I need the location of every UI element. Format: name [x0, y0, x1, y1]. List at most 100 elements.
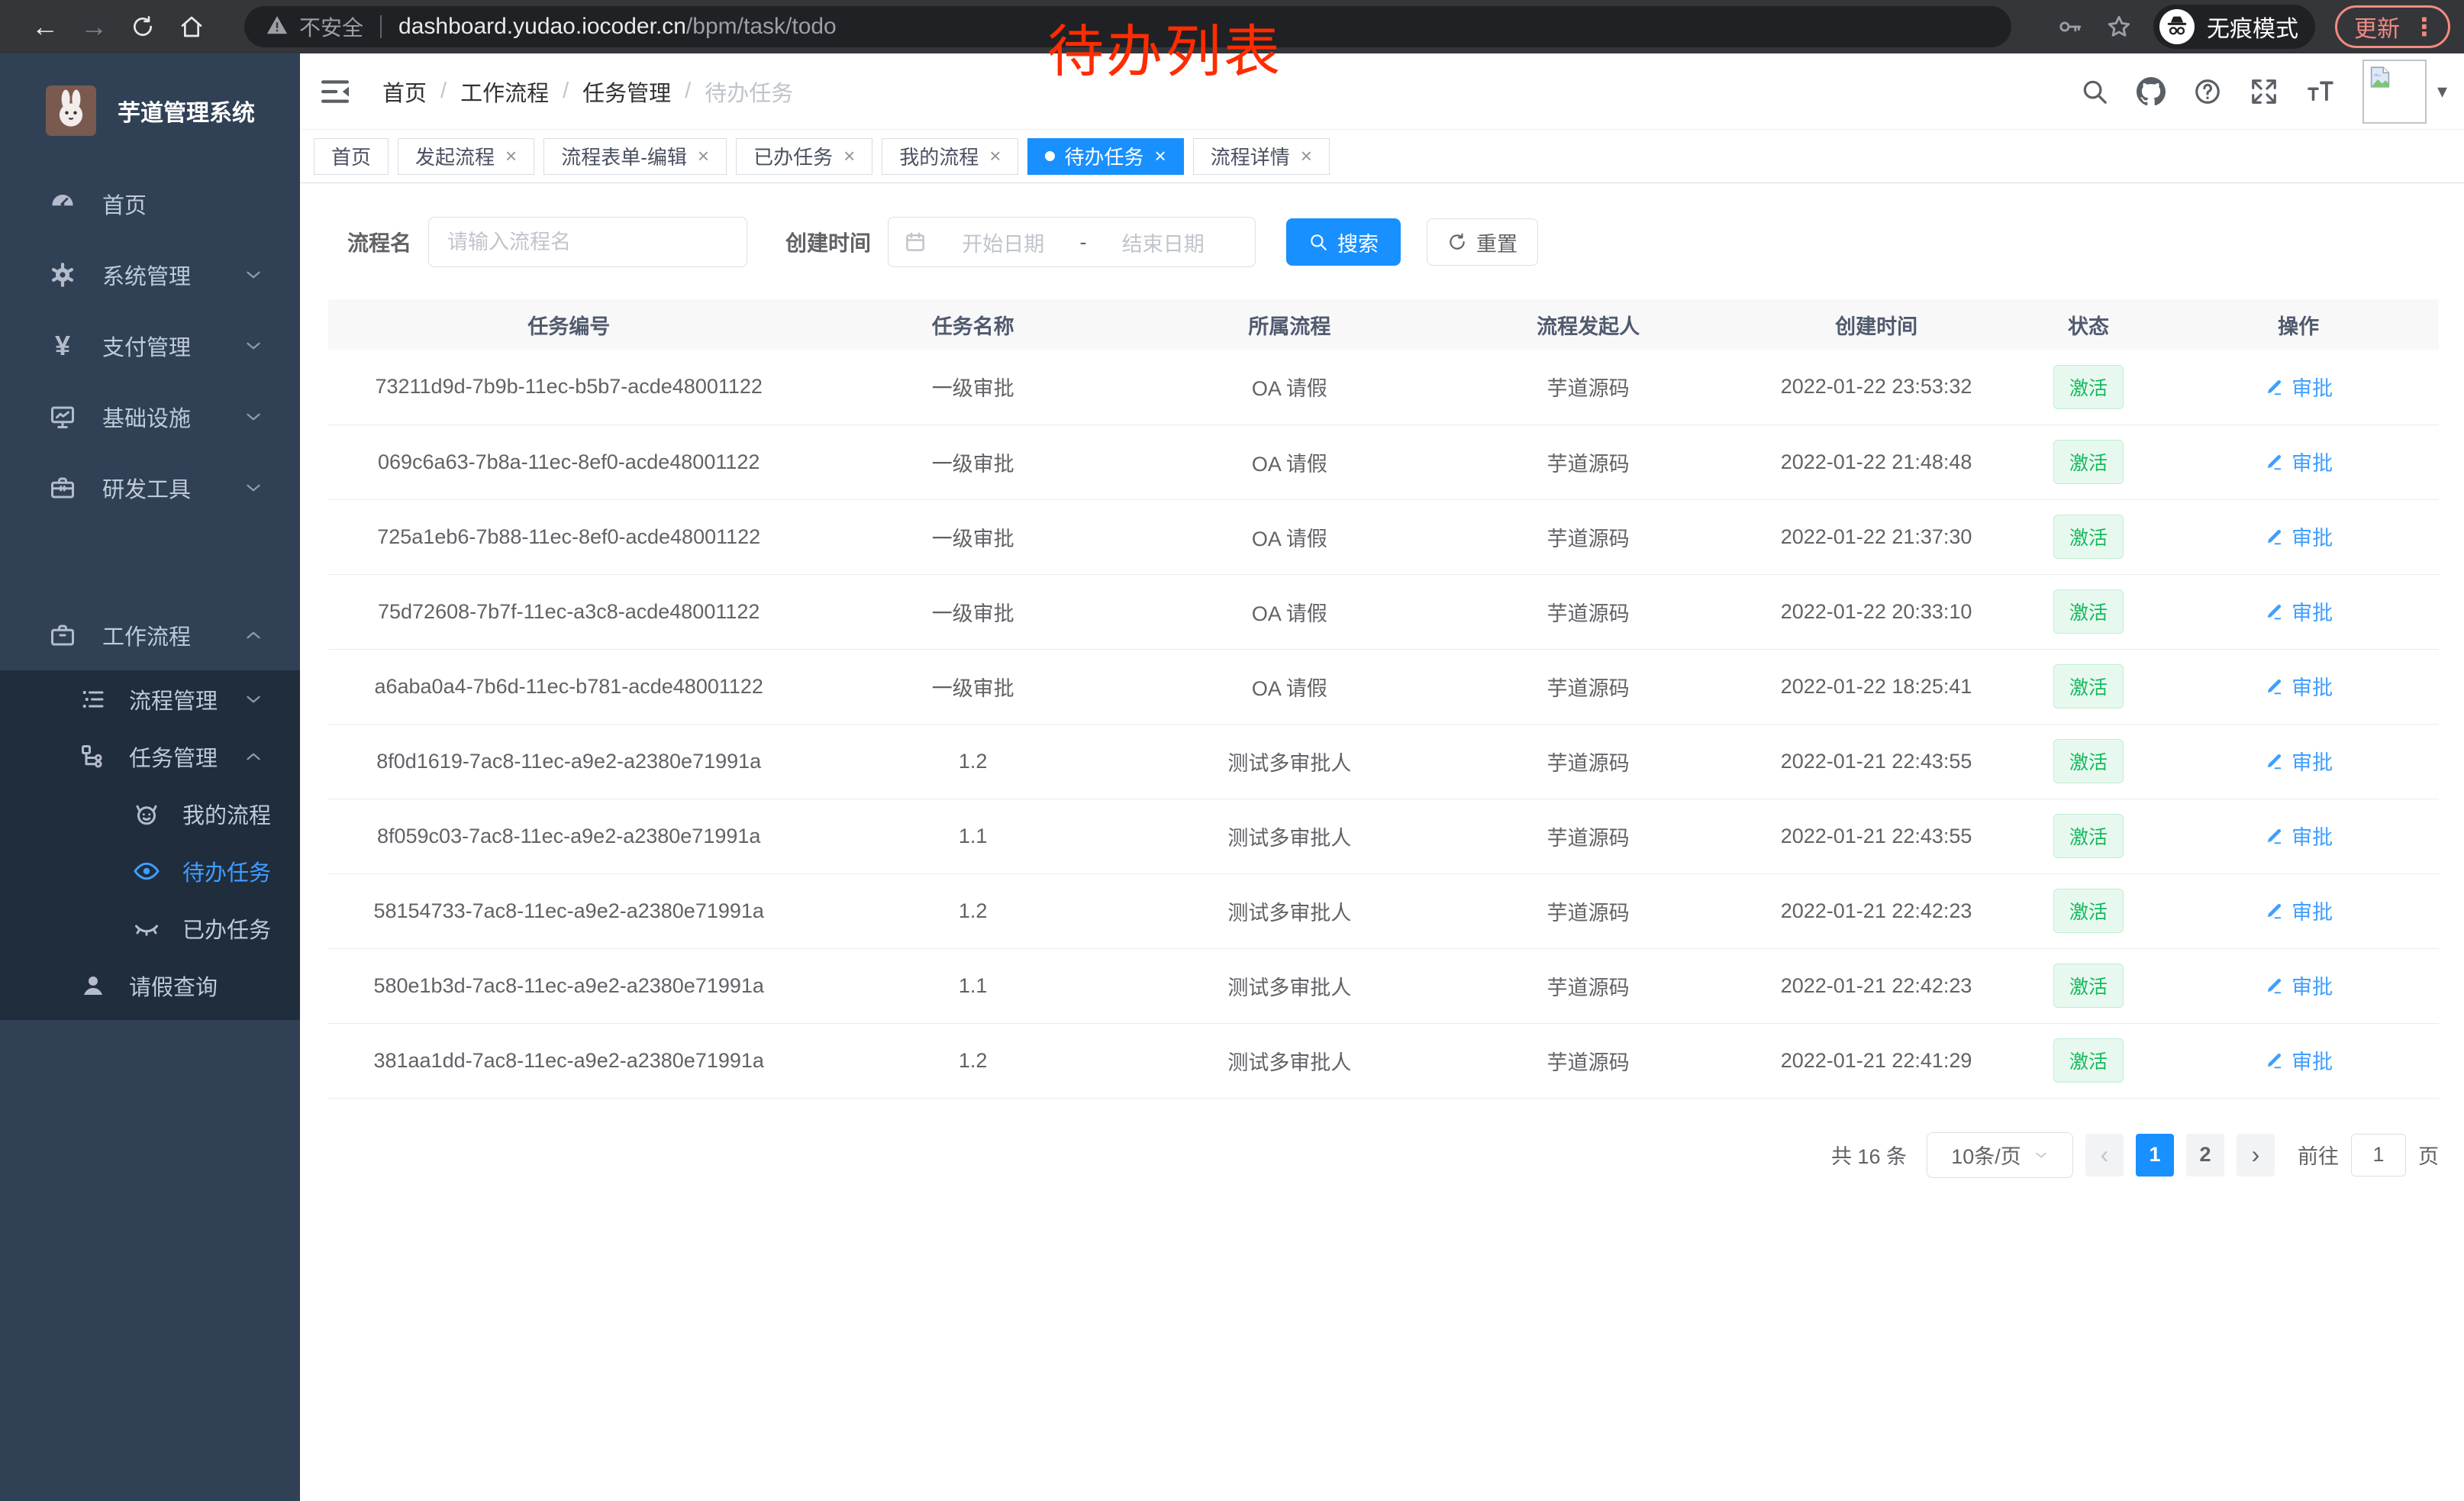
- chevron-down-icon: [243, 265, 263, 285]
- status-badge: 激活: [2053, 814, 2124, 858]
- url-path: /bpm/task/todo: [686, 14, 837, 40]
- page-button-2[interactable]: 2: [2186, 1134, 2224, 1177]
- approve-link[interactable]: 审批: [2264, 746, 2333, 776]
- forward-icon[interactable]: →: [76, 11, 111, 43]
- yen-icon: ¥: [46, 330, 79, 362]
- cell-process: OA 请假: [1137, 574, 1443, 649]
- approve-link[interactable]: 审批: [2264, 447, 2333, 476]
- cell-starter: 芋道源码: [1443, 649, 1734, 724]
- sidebar-item-workflow[interactable]: 工作流程: [0, 599, 300, 670]
- tab-label: 流程表单-编辑: [561, 142, 687, 170]
- update-button[interactable]: 更新 ⋮: [2335, 5, 2450, 48]
- date-range-input[interactable]: 开始日期 - 结束日期: [888, 217, 1256, 267]
- cell-status: 激活: [2019, 724, 2158, 799]
- prev-page-button[interactable]: ‹: [2085, 1134, 2124, 1177]
- cell-task-id: a6aba0a4-7b6d-11ec-b781-acde48001122: [328, 649, 809, 724]
- monitor-icon: [46, 403, 79, 431]
- approve-link[interactable]: 审批: [2264, 821, 2333, 851]
- fullscreen-icon[interactable]: [2250, 77, 2279, 106]
- back-icon[interactable]: ←: [27, 11, 63, 43]
- key-icon[interactable]: [2057, 14, 2083, 40]
- github-icon[interactable]: [2137, 77, 2166, 106]
- process-name-input[interactable]: [428, 217, 747, 267]
- close-icon[interactable]: ×: [505, 144, 517, 168]
- broken-image-icon: [2367, 64, 2393, 90]
- close-icon[interactable]: ×: [1301, 144, 1312, 168]
- bookmark-star-icon[interactable]: [2106, 14, 2132, 40]
- approve-link[interactable]: 审批: [2264, 896, 2333, 925]
- close-icon[interactable]: ×: [1155, 144, 1166, 168]
- sidebar-item-done-task[interactable]: 已办任务: [0, 899, 300, 957]
- cell-created: 2022-01-22 23:53:32: [1734, 350, 2018, 424]
- navbar-actions: ▾: [2053, 60, 2447, 124]
- approve-link[interactable]: 审批: [2264, 970, 2333, 1000]
- sidebar-item-todo-task[interactable]: 待办任务: [0, 842, 300, 899]
- goto-page-input[interactable]: [2351, 1134, 2406, 1177]
- collapse-sidebar-icon[interactable]: [320, 78, 350, 105]
- sidebar-item-task-mgmt[interactable]: 任务管理: [0, 728, 300, 785]
- sidebar-item-infra[interactable]: 基础设施: [0, 381, 300, 452]
- close-icon[interactable]: ×: [843, 144, 855, 168]
- search-button[interactable]: 搜索: [1286, 218, 1401, 266]
- tab[interactable]: 待办任务 ×: [1027, 138, 1183, 175]
- sidebar-item-my-process[interactable]: 我的流程: [0, 785, 300, 842]
- cell-task-name: 1.2: [809, 724, 1137, 799]
- avatar[interactable]: [2362, 60, 2427, 124]
- eye-icon: [130, 857, 163, 885]
- approve-link[interactable]: 审批: [2264, 372, 2333, 402]
- not-secure-icon: [266, 14, 289, 40]
- table-row: 069c6a63-7b8a-11ec-8ef0-acde48001122 一级审…: [328, 424, 2439, 499]
- home-icon[interactable]: [174, 15, 209, 39]
- approve-link[interactable]: 审批: [2264, 596, 2333, 626]
- tab[interactable]: 发起流程 ×: [398, 138, 534, 175]
- sidebar-item-leave-query[interactable]: 请假查询: [0, 957, 300, 1014]
- approve-link[interactable]: 审批: [2264, 521, 2333, 551]
- breadcrumb-task-mgmt[interactable]: 任务管理: [582, 76, 671, 108]
- tab[interactable]: 流程表单-编辑 ×: [543, 138, 727, 175]
- status-badge: 激活: [2053, 964, 2124, 1008]
- breadcrumb-workflow[interactable]: 工作流程: [460, 76, 549, 108]
- page-size-select[interactable]: 10条/页: [1927, 1132, 2073, 1178]
- status-badge: 激活: [2053, 365, 2124, 409]
- approve-link[interactable]: 审批: [2264, 1045, 2333, 1075]
- sidebar-item-devtools[interactable]: 研发工具: [0, 452, 300, 523]
- next-page-button[interactable]: ›: [2237, 1134, 2275, 1177]
- incognito-label: 无痕模式: [2207, 10, 2298, 44]
- list-icon: [76, 686, 110, 713]
- sidebar-item-system[interactable]: 系统管理: [0, 239, 300, 310]
- url-divider: [380, 15, 382, 38]
- incognito-icon: [2159, 9, 2195, 44]
- font-size-icon[interactable]: [2306, 77, 2335, 106]
- approve-link[interactable]: 审批: [2264, 671, 2333, 701]
- page-unit-label: 页: [2418, 1140, 2439, 1170]
- range-separator: -: [1080, 231, 1087, 254]
- reload-icon[interactable]: [125, 15, 160, 39]
- cell-task-id: 58154733-7ac8-11ec-a9e2-a2380e71991a: [328, 873, 809, 948]
- cell-created: 2022-01-21 22:42:23: [1734, 948, 2018, 1023]
- cell-process: OA 请假: [1137, 350, 1443, 424]
- tab[interactable]: 我的流程 ×: [882, 138, 1018, 175]
- help-icon[interactable]: [2193, 77, 2222, 106]
- sidebar-item-payment[interactable]: ¥ 支付管理: [0, 310, 300, 381]
- close-icon[interactable]: ×: [989, 144, 1001, 168]
- browser-menu-icon[interactable]: ⋮: [2412, 12, 2437, 41]
- cell-status: 激活: [2019, 499, 2158, 574]
- sidebar-item-process-mgmt[interactable]: 流程管理: [0, 670, 300, 728]
- sidebar-item-home[interactable]: 首页: [0, 168, 300, 239]
- tab[interactable]: 已办任务 ×: [736, 138, 872, 175]
- pagination: 共 16 条 10条/页 ‹ 1 2 › 前往 页: [328, 1132, 2439, 1178]
- page-button-1[interactable]: 1: [2136, 1134, 2174, 1177]
- avatar-caret-icon[interactable]: ▾: [2437, 79, 2447, 103]
- close-icon[interactable]: ×: [698, 144, 709, 168]
- tab[interactable]: 首页: [314, 138, 389, 175]
- cell-status: 激活: [2019, 424, 2158, 499]
- breadcrumb-home[interactable]: 首页: [382, 76, 427, 108]
- reset-button[interactable]: 重置: [1427, 218, 1538, 266]
- cell-process: 测试多审批人: [1137, 873, 1443, 948]
- screen: ← → 不安全 dashboard.yudao.iocoder.cn/bpm/t…: [0, 0, 2464, 1501]
- tab[interactable]: 流程详情 ×: [1193, 138, 1330, 175]
- table-row: 725a1eb6-7b88-11ec-8ef0-acde48001122 一级审…: [328, 499, 2439, 574]
- cell-actions: 审批: [2158, 499, 2439, 574]
- search-icon[interactable]: [2080, 77, 2109, 106]
- content: 流程名 创建时间 开始日期 - 结束日期 搜索 重: [300, 183, 2464, 1178]
